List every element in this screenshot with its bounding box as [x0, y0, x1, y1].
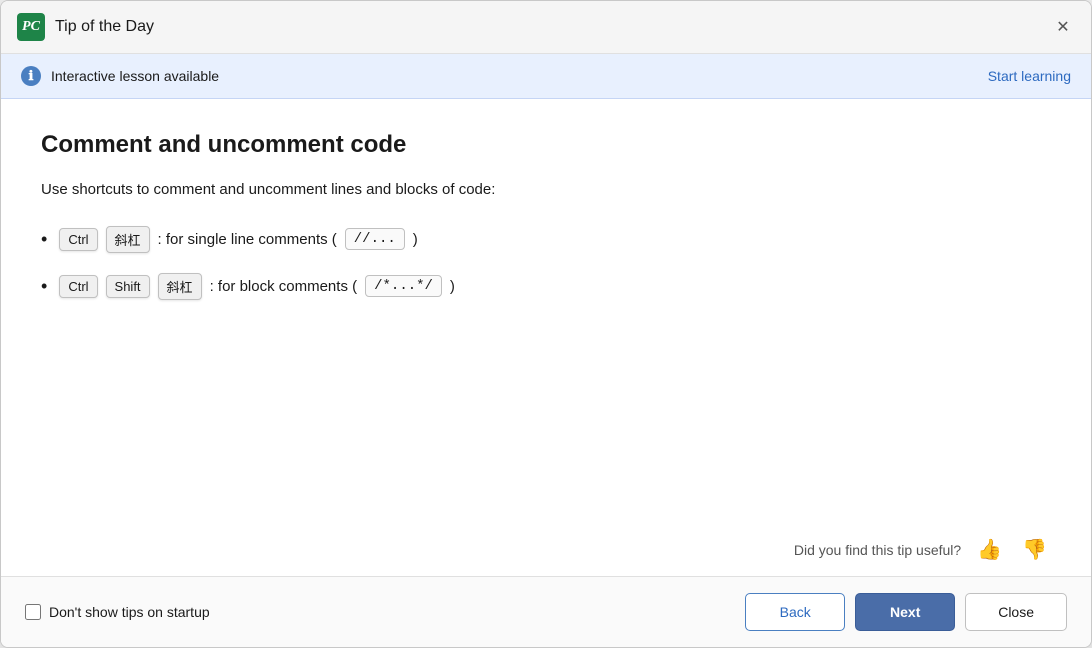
content-area: Comment and uncomment code Use shortcuts…: [1, 99, 1091, 523]
next-button[interactable]: Next: [855, 593, 955, 631]
window-close-button[interactable]: ✕: [1051, 15, 1075, 39]
footer-buttons: Back Next Close: [745, 593, 1067, 631]
key-ctrl-2: Ctrl: [59, 275, 97, 298]
code-single-line: //...: [345, 228, 405, 250]
title-bar: PC Tip of the Day ✕: [1, 1, 1091, 54]
thumbs-down-icon: 👎: [1022, 537, 1047, 562]
feedback-row: Did you find this tip useful? 👍 👎: [1, 523, 1091, 576]
dont-show-checkbox[interactable]: [25, 604, 41, 620]
window-title: Tip of the Day: [55, 18, 1051, 36]
shortcuts-list: • Ctrl 斜杠 : for single line comments ( /…: [41, 226, 1051, 300]
key-slash-2: 斜杠: [158, 273, 202, 300]
shortcut-desc-2: : for block comments (: [210, 278, 358, 295]
shortcut-suffix-1: ): [413, 231, 418, 248]
feedback-text: Did you find this tip useful?: [794, 542, 961, 558]
footer: Don't show tips on startup Back Next Clo…: [1, 576, 1091, 647]
dont-show-checkbox-label[interactable]: Don't show tips on startup: [25, 604, 210, 620]
start-learning-link[interactable]: Start learning: [988, 68, 1071, 84]
shortcut-item-1: • Ctrl 斜杠 : for single line comments ( /…: [41, 226, 1051, 253]
thumbs-down-button[interactable]: 👎: [1018, 533, 1051, 566]
close-button[interactable]: Close: [965, 593, 1067, 631]
info-icon: ℹ: [21, 66, 41, 86]
key-slash-1: 斜杠: [106, 226, 150, 253]
shortcut-suffix-2: ): [450, 278, 455, 295]
thumbs-up-icon: 👍: [977, 537, 1002, 562]
bullet-2: •: [41, 276, 47, 297]
tip-of-the-day-dialog: PC Tip of the Day ✕ ℹ Interactive lesson…: [0, 0, 1092, 648]
tip-title: Comment and uncomment code: [41, 131, 1051, 159]
app-icon: PC: [17, 13, 45, 41]
thumbs-up-button[interactable]: 👍: [973, 533, 1006, 566]
tip-description: Use shortcuts to comment and uncomment l…: [41, 179, 1051, 202]
code-block: /*...*/: [365, 275, 442, 297]
info-banner: ℹ Interactive lesson available Start lea…: [1, 54, 1091, 99]
shortcut-item-2: • Ctrl Shift 斜杠 : for block comments ( /…: [41, 273, 1051, 300]
key-ctrl-1: Ctrl: [59, 228, 97, 251]
shortcut-desc-1: : for single line comments (: [158, 231, 337, 248]
bullet-1: •: [41, 229, 47, 250]
banner-text: Interactive lesson available: [51, 68, 219, 84]
app-icon-text: PC: [22, 19, 40, 35]
back-button[interactable]: Back: [745, 593, 845, 631]
key-shift-2: Shift: [106, 275, 150, 298]
checkbox-label-text: Don't show tips on startup: [49, 604, 210, 620]
